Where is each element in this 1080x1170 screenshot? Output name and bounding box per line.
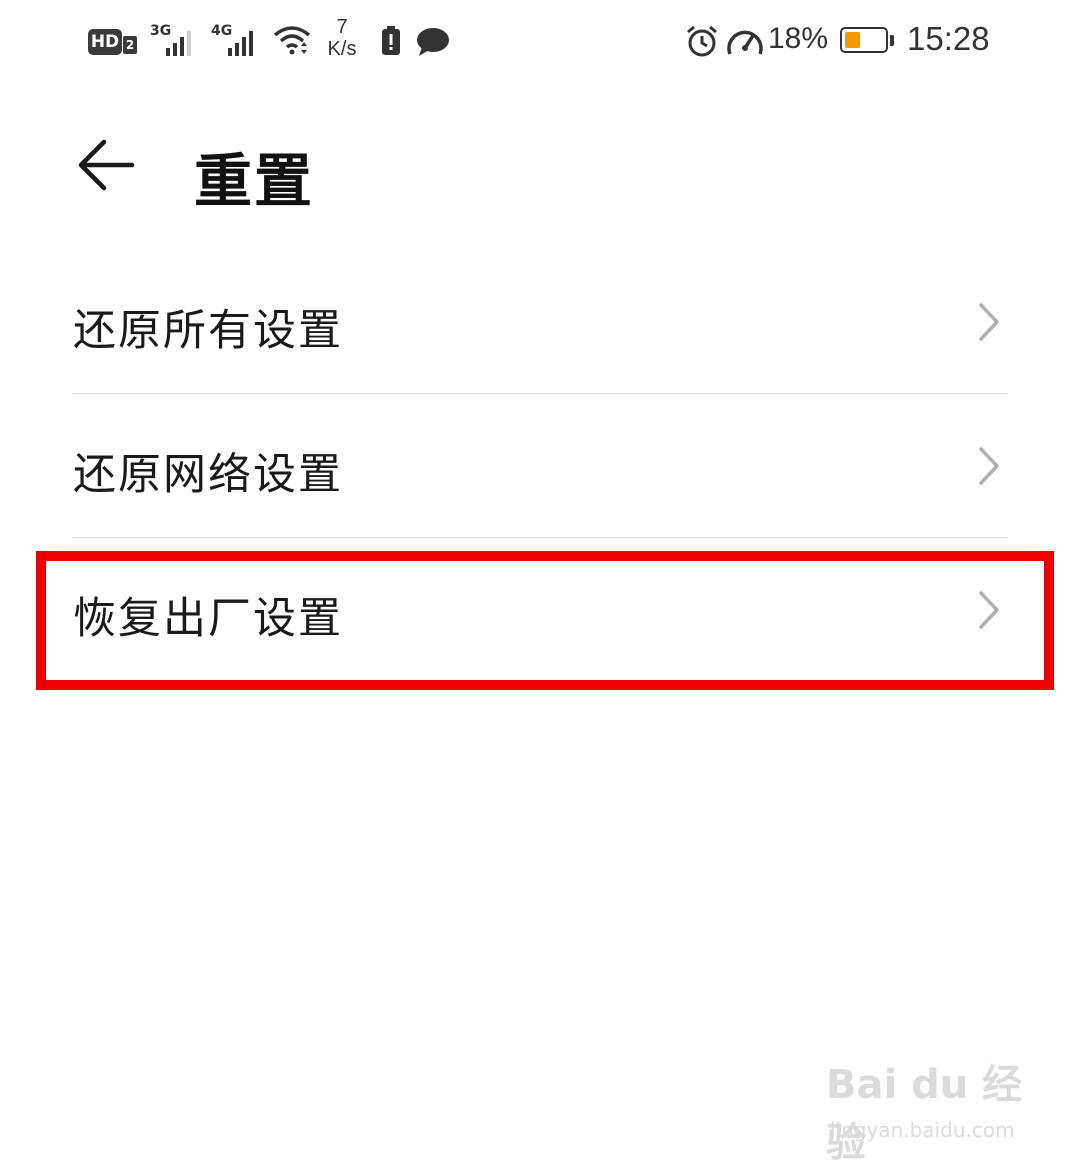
- battery-alert-icon: [382, 26, 400, 55]
- network-speed-value: 7: [336, 16, 348, 38]
- hd-badge: HD: [88, 29, 122, 55]
- watermark-url: jingyan.baidu.com: [830, 1118, 1015, 1142]
- battery-tip: [890, 35, 894, 46]
- chevron-right-icon: [979, 447, 999, 485]
- arrow-left-icon[interactable]: [76, 136, 138, 194]
- watermark-logo: Bai du 经验: [826, 1062, 1023, 1166]
- screen: HD 2 3G 4G 7 K/s 18% 15:28 重置 还原所有设置 还原网…: [0, 0, 1080, 1170]
- network-speed-unit: K/s: [327, 38, 357, 60]
- chevron-right-icon: [979, 303, 999, 341]
- clock: 15:28: [907, 20, 990, 57]
- sim-slot-badge: 2: [123, 36, 137, 54]
- battery-icon: [840, 27, 888, 53]
- network-speed: 7 K/s: [322, 16, 362, 60]
- battery-percent: 18%: [768, 22, 829, 55]
- alarm-icon: [687, 25, 717, 57]
- list-item-label: 还原网络设置: [73, 450, 343, 500]
- signal-strength-icon: [166, 26, 191, 56]
- wifi-icon: [273, 26, 311, 55]
- page-title: 重置: [194, 147, 315, 215]
- battery-level-fill: [845, 32, 860, 48]
- baidu-jingyan-watermark: Bai du 经验 jingyan.baidu.com: [826, 1052, 1026, 1166]
- speedometer-icon: [727, 30, 763, 55]
- list-item-reset-network-settings[interactable]: 还原网络设置: [0, 394, 1080, 537]
- message-icon: [417, 28, 449, 56]
- status-bar: HD 2 3G 4G 7 K/s 18% 15:28: [0, 0, 1080, 84]
- list-item-reset-all-settings[interactable]: 还原所有设置: [0, 250, 1080, 393]
- highlight-annotation-box: [36, 551, 1054, 690]
- signal-strength-icon: [228, 26, 253, 56]
- list-item-label: 还原所有设置: [73, 306, 343, 356]
